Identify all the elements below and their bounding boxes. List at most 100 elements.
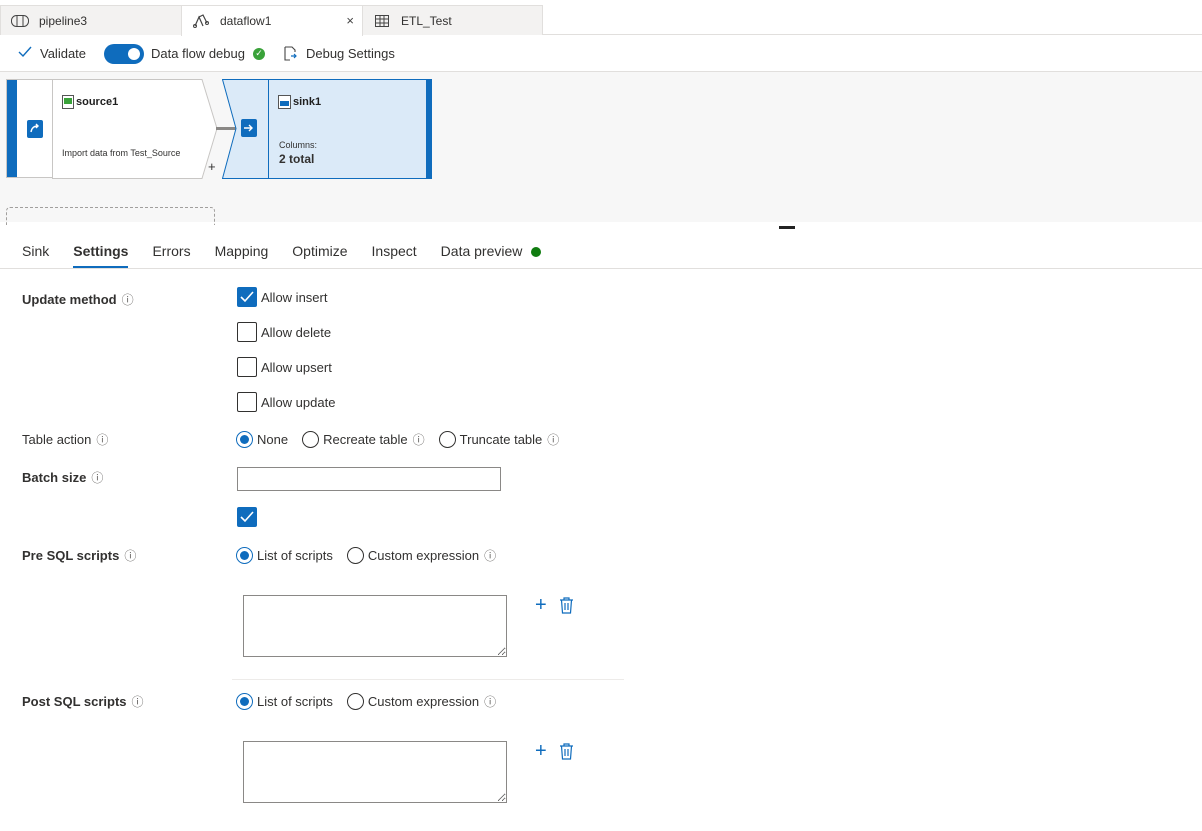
tab-label: dataflow1 bbox=[220, 14, 272, 28]
debug-toggle-group: Data flow debug ✓ bbox=[104, 43, 265, 64]
tab-errors[interactable]: Errors bbox=[152, 243, 190, 268]
close-icon[interactable]: × bbox=[346, 13, 354, 28]
allow-upsert-label: Allow upsert bbox=[261, 359, 332, 375]
toolbar: Validate Data flow debug ✓ Debug Setting… bbox=[0, 36, 1202, 72]
allow-update-checkbox[interactable]: Allow update bbox=[237, 392, 335, 412]
tab-data-preview[interactable]: Data preview bbox=[441, 243, 542, 268]
tab-settings[interactable]: Settings bbox=[73, 243, 129, 268]
radio-recreate-table-label: Recreate table bbox=[323, 432, 408, 447]
add-transform-button[interactable]: + bbox=[208, 159, 216, 174]
allow-insert-checkbox[interactable]: Allow insert bbox=[237, 287, 327, 307]
tab-inspect[interactable]: Inspect bbox=[372, 243, 417, 268]
batch-size-label: Batch size bbox=[22, 470, 87, 485]
tab-label: pipeline3 bbox=[39, 13, 88, 28]
radio-pre-list-of-scripts[interactable]: List of scripts bbox=[236, 547, 333, 564]
radio-post-custom-expression[interactable]: Custom expression ⓘ bbox=[346, 693, 496, 710]
source-node-card[interactable] bbox=[52, 79, 218, 179]
property-tabs: Sink Settings Errors Mapping Optimize In… bbox=[0, 230, 1202, 269]
info-icon[interactable]: ⓘ bbox=[91, 472, 103, 484]
pre-sql-script-textarea[interactable] bbox=[243, 595, 507, 657]
sink-node-title: sink1 bbox=[293, 96, 322, 108]
info-icon[interactable]: ⓘ bbox=[132, 696, 144, 708]
tab-sink[interactable]: Sink bbox=[22, 243, 49, 268]
table-action-label-group: Table action ⓘ bbox=[22, 432, 108, 447]
post-sql-script-textarea[interactable] bbox=[243, 741, 507, 803]
radio-selected-icon bbox=[236, 547, 253, 564]
tab-etl-test[interactable]: ETL_Test bbox=[362, 5, 543, 35]
extra-option-checkbox[interactable] bbox=[237, 507, 257, 527]
pre-sql-label-group: Pre SQL scripts ⓘ bbox=[22, 548, 136, 563]
update-method-label-group: Update method ⓘ bbox=[22, 292, 134, 307]
radio-truncate-table[interactable]: Truncate table ⓘ bbox=[438, 431, 559, 448]
radio-selected-icon bbox=[236, 693, 253, 710]
radio-empty-icon bbox=[346, 547, 364, 564]
drop-placeholder bbox=[6, 207, 215, 225]
checkmark-icon bbox=[18, 46, 32, 61]
pre-sql-label: Pre SQL scripts bbox=[22, 548, 120, 563]
allow-upsert-checkbox[interactable]: Allow upsert bbox=[237, 357, 332, 377]
radio-post-list-of-scripts[interactable]: List of scripts bbox=[236, 693, 333, 710]
checkbox-checked-icon bbox=[237, 287, 257, 307]
tab-dataflow1[interactable]: dataflow1 × bbox=[181, 5, 363, 36]
add-pre-script-button[interactable]: + bbox=[535, 594, 547, 617]
tab-optimize[interactable]: Optimize bbox=[292, 243, 347, 268]
radio-recreate-table[interactable]: Recreate table ⓘ bbox=[302, 431, 425, 448]
trash-icon[interactable] bbox=[559, 743, 574, 763]
table-action-label: Table action bbox=[22, 432, 92, 447]
radio-pre-list-label: List of scripts bbox=[257, 548, 333, 563]
table-icon bbox=[373, 14, 391, 28]
preview-status-dot bbox=[531, 247, 542, 257]
tab-pipeline3[interactable]: pipeline3 bbox=[0, 5, 182, 35]
pipeline-icon bbox=[11, 14, 29, 28]
validate-button[interactable]: Validate bbox=[18, 46, 86, 61]
panel-resize-handle[interactable] bbox=[779, 226, 795, 229]
sink-icon bbox=[241, 119, 257, 140]
radio-pre-custom-label: Custom expression bbox=[367, 548, 480, 563]
allow-delete-checkbox[interactable]: Allow delete bbox=[237, 322, 331, 342]
batch-size-input[interactable] bbox=[237, 467, 501, 491]
source-node-accent bbox=[7, 80, 17, 177]
sink-columns-label: Columns: bbox=[279, 140, 318, 150]
source-file-icon bbox=[62, 95, 74, 112]
tab-mapping[interactable]: Mapping bbox=[215, 243, 269, 268]
info-icon[interactable]: ⓘ bbox=[484, 696, 496, 708]
radio-pre-custom-expression[interactable]: Custom expression ⓘ bbox=[346, 547, 496, 564]
section-divider bbox=[232, 679, 624, 680]
radio-none-label: None bbox=[257, 432, 289, 447]
update-method-label: Update method bbox=[22, 292, 117, 307]
add-post-script-button[interactable]: + bbox=[535, 740, 547, 763]
info-icon[interactable]: ⓘ bbox=[124, 550, 136, 562]
radio-post-custom-label: Custom expression bbox=[367, 694, 480, 709]
source-node-side[interactable] bbox=[6, 79, 53, 178]
allow-update-label: Allow update bbox=[261, 394, 336, 410]
sink-columns-value: 2 total bbox=[279, 152, 315, 166]
radio-empty-icon bbox=[346, 693, 364, 710]
radio-post-list-label: List of scripts bbox=[257, 694, 333, 709]
allow-insert-label: Allow insert bbox=[261, 289, 328, 305]
radio-truncate-table-label: Truncate table bbox=[459, 432, 543, 447]
info-icon[interactable]: ⓘ bbox=[96, 434, 108, 446]
radio-none[interactable]: None bbox=[236, 431, 288, 448]
pre-sql-radio-group: List of scripts Custom expression ⓘ bbox=[236, 547, 510, 564]
info-icon[interactable]: ⓘ bbox=[122, 294, 134, 306]
dataflow-icon bbox=[192, 14, 210, 28]
info-icon[interactable]: ⓘ bbox=[413, 434, 425, 446]
debug-settings-button[interactable]: Debug Settings bbox=[283, 46, 395, 61]
info-icon[interactable]: ⓘ bbox=[484, 550, 496, 562]
allow-delete-label: Allow delete bbox=[261, 324, 332, 340]
post-sql-label-group: Post SQL scripts ⓘ bbox=[22, 694, 144, 709]
trash-icon[interactable] bbox=[559, 597, 574, 617]
checkbox-checked-icon bbox=[240, 511, 254, 523]
checkbox-empty-icon bbox=[237, 322, 257, 342]
table-action-radio-group: None Recreate table ⓘ Truncate table ⓘ bbox=[236, 431, 573, 448]
tab-data-preview-label: Data preview bbox=[440, 243, 523, 259]
data-flow-debug-toggle[interactable] bbox=[104, 43, 145, 64]
batch-size-label-group: Batch size ⓘ bbox=[22, 470, 103, 485]
sink-sql-icon bbox=[278, 95, 291, 112]
radio-selected-icon bbox=[236, 431, 253, 448]
data-flow-debug-label: Data flow debug bbox=[151, 46, 245, 61]
info-icon[interactable]: ⓘ bbox=[547, 434, 559, 446]
debug-settings-label: Debug Settings bbox=[305, 46, 395, 61]
radio-empty-icon bbox=[302, 431, 320, 448]
checkbox-empty-icon bbox=[237, 357, 257, 377]
